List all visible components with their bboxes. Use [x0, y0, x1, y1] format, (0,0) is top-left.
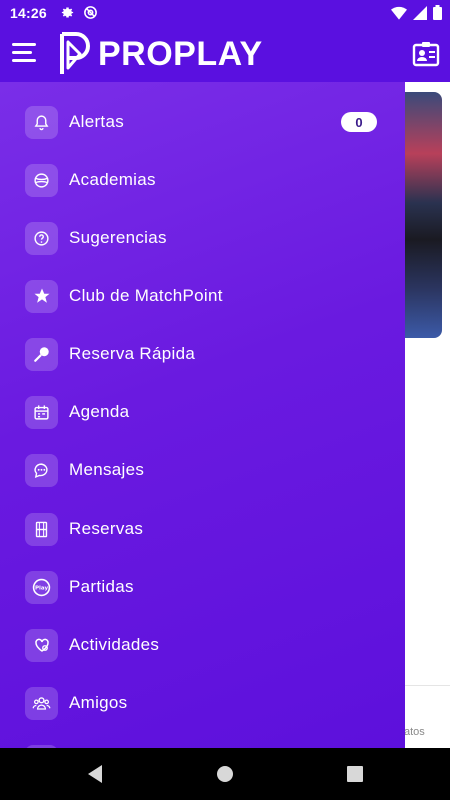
brand-name: PROPLAY — [98, 34, 263, 73]
drawer-item-partial[interactable] — [0, 732, 405, 748]
signal-icon — [413, 5, 427, 23]
system-navigation-bar — [0, 748, 450, 800]
drawer-item-club-matchpoint[interactable]: Club de MatchPoint — [0, 267, 405, 325]
id-card-icon[interactable] — [412, 40, 440, 68]
battery-icon — [433, 5, 442, 23]
drawer-item-sugerencias[interactable]: Sugerencias — [0, 209, 405, 267]
friends-icon — [25, 686, 58, 720]
navigation-drawer: Alertas 0 Academias Sugerencias Club de … — [0, 82, 405, 748]
wifi-icon — [391, 6, 407, 23]
drawer-item-alertas[interactable]: Alertas 0 — [0, 93, 405, 151]
drawer-item-label: Amigos — [69, 693, 128, 712]
background-partial-text: atos — [404, 726, 425, 738]
drawer-item-partidas[interactable]: Play Partidas — [0, 558, 405, 616]
status-time: 14:26 — [10, 5, 47, 21]
drawer-item-actividades[interactable]: Actividades — [0, 616, 405, 674]
recents-icon[interactable] — [346, 764, 364, 789]
drawer-item-label: Reservas — [69, 519, 144, 538]
drawer-item-label: Reserva Rápida — [69, 344, 196, 363]
drawer-item-academias[interactable]: Academias — [0, 151, 405, 209]
svg-text:Play: Play — [35, 585, 49, 591]
drawer-item-reserva-rapida[interactable]: Reserva Rápida — [0, 325, 405, 383]
hamburger-menu-icon[interactable] — [12, 43, 36, 63]
drawer-item-label: Academias — [69, 170, 156, 189]
tennis-ball-icon — [25, 163, 58, 197]
gear-icon — [60, 5, 75, 23]
drawer-item-agenda[interactable]: Agenda — [0, 383, 405, 441]
chat-bubble-icon — [25, 453, 58, 487]
bell-icon — [25, 105, 58, 139]
drawer-item-reservas[interactable]: Reservas — [0, 500, 405, 558]
drawer-item-label: Actividades — [69, 635, 160, 654]
drawer-item-label: Club de MatchPoint — [69, 286, 223, 305]
calendar-icon — [25, 395, 58, 429]
alerts-count-badge: 0 — [341, 112, 377, 132]
at-sign-icon — [83, 5, 98, 23]
home-icon[interactable] — [216, 764, 234, 789]
heart-activity-icon — [25, 628, 58, 662]
star-icon — [25, 279, 58, 313]
proplay-logo: PROPLAY — [58, 32, 263, 76]
court-icon — [25, 512, 58, 546]
drawer-item-label: Mensajes — [69, 460, 145, 479]
drawer-item-label: Partidas — [69, 577, 134, 596]
drawer-item-amigos[interactable]: Amigos — [0, 674, 405, 732]
background-divider — [405, 685, 450, 686]
drawer-item-mensajes[interactable]: Mensajes — [0, 441, 405, 499]
question-circle-icon — [25, 221, 58, 255]
play-badge-icon: Play — [25, 570, 58, 604]
drawer-item-label: Alertas — [69, 112, 125, 131]
status-bar: 14:26 — [0, 0, 450, 26]
back-icon[interactable] — [86, 764, 104, 789]
proplay-logo-mark — [60, 32, 90, 74]
racket-icon — [25, 337, 58, 371]
background-banner-image — [405, 92, 442, 338]
app-bar: PROPLAY — [0, 26, 450, 82]
drawer-item-label: Agenda — [69, 402, 130, 421]
drawer-item-label: Sugerencias — [69, 228, 167, 247]
